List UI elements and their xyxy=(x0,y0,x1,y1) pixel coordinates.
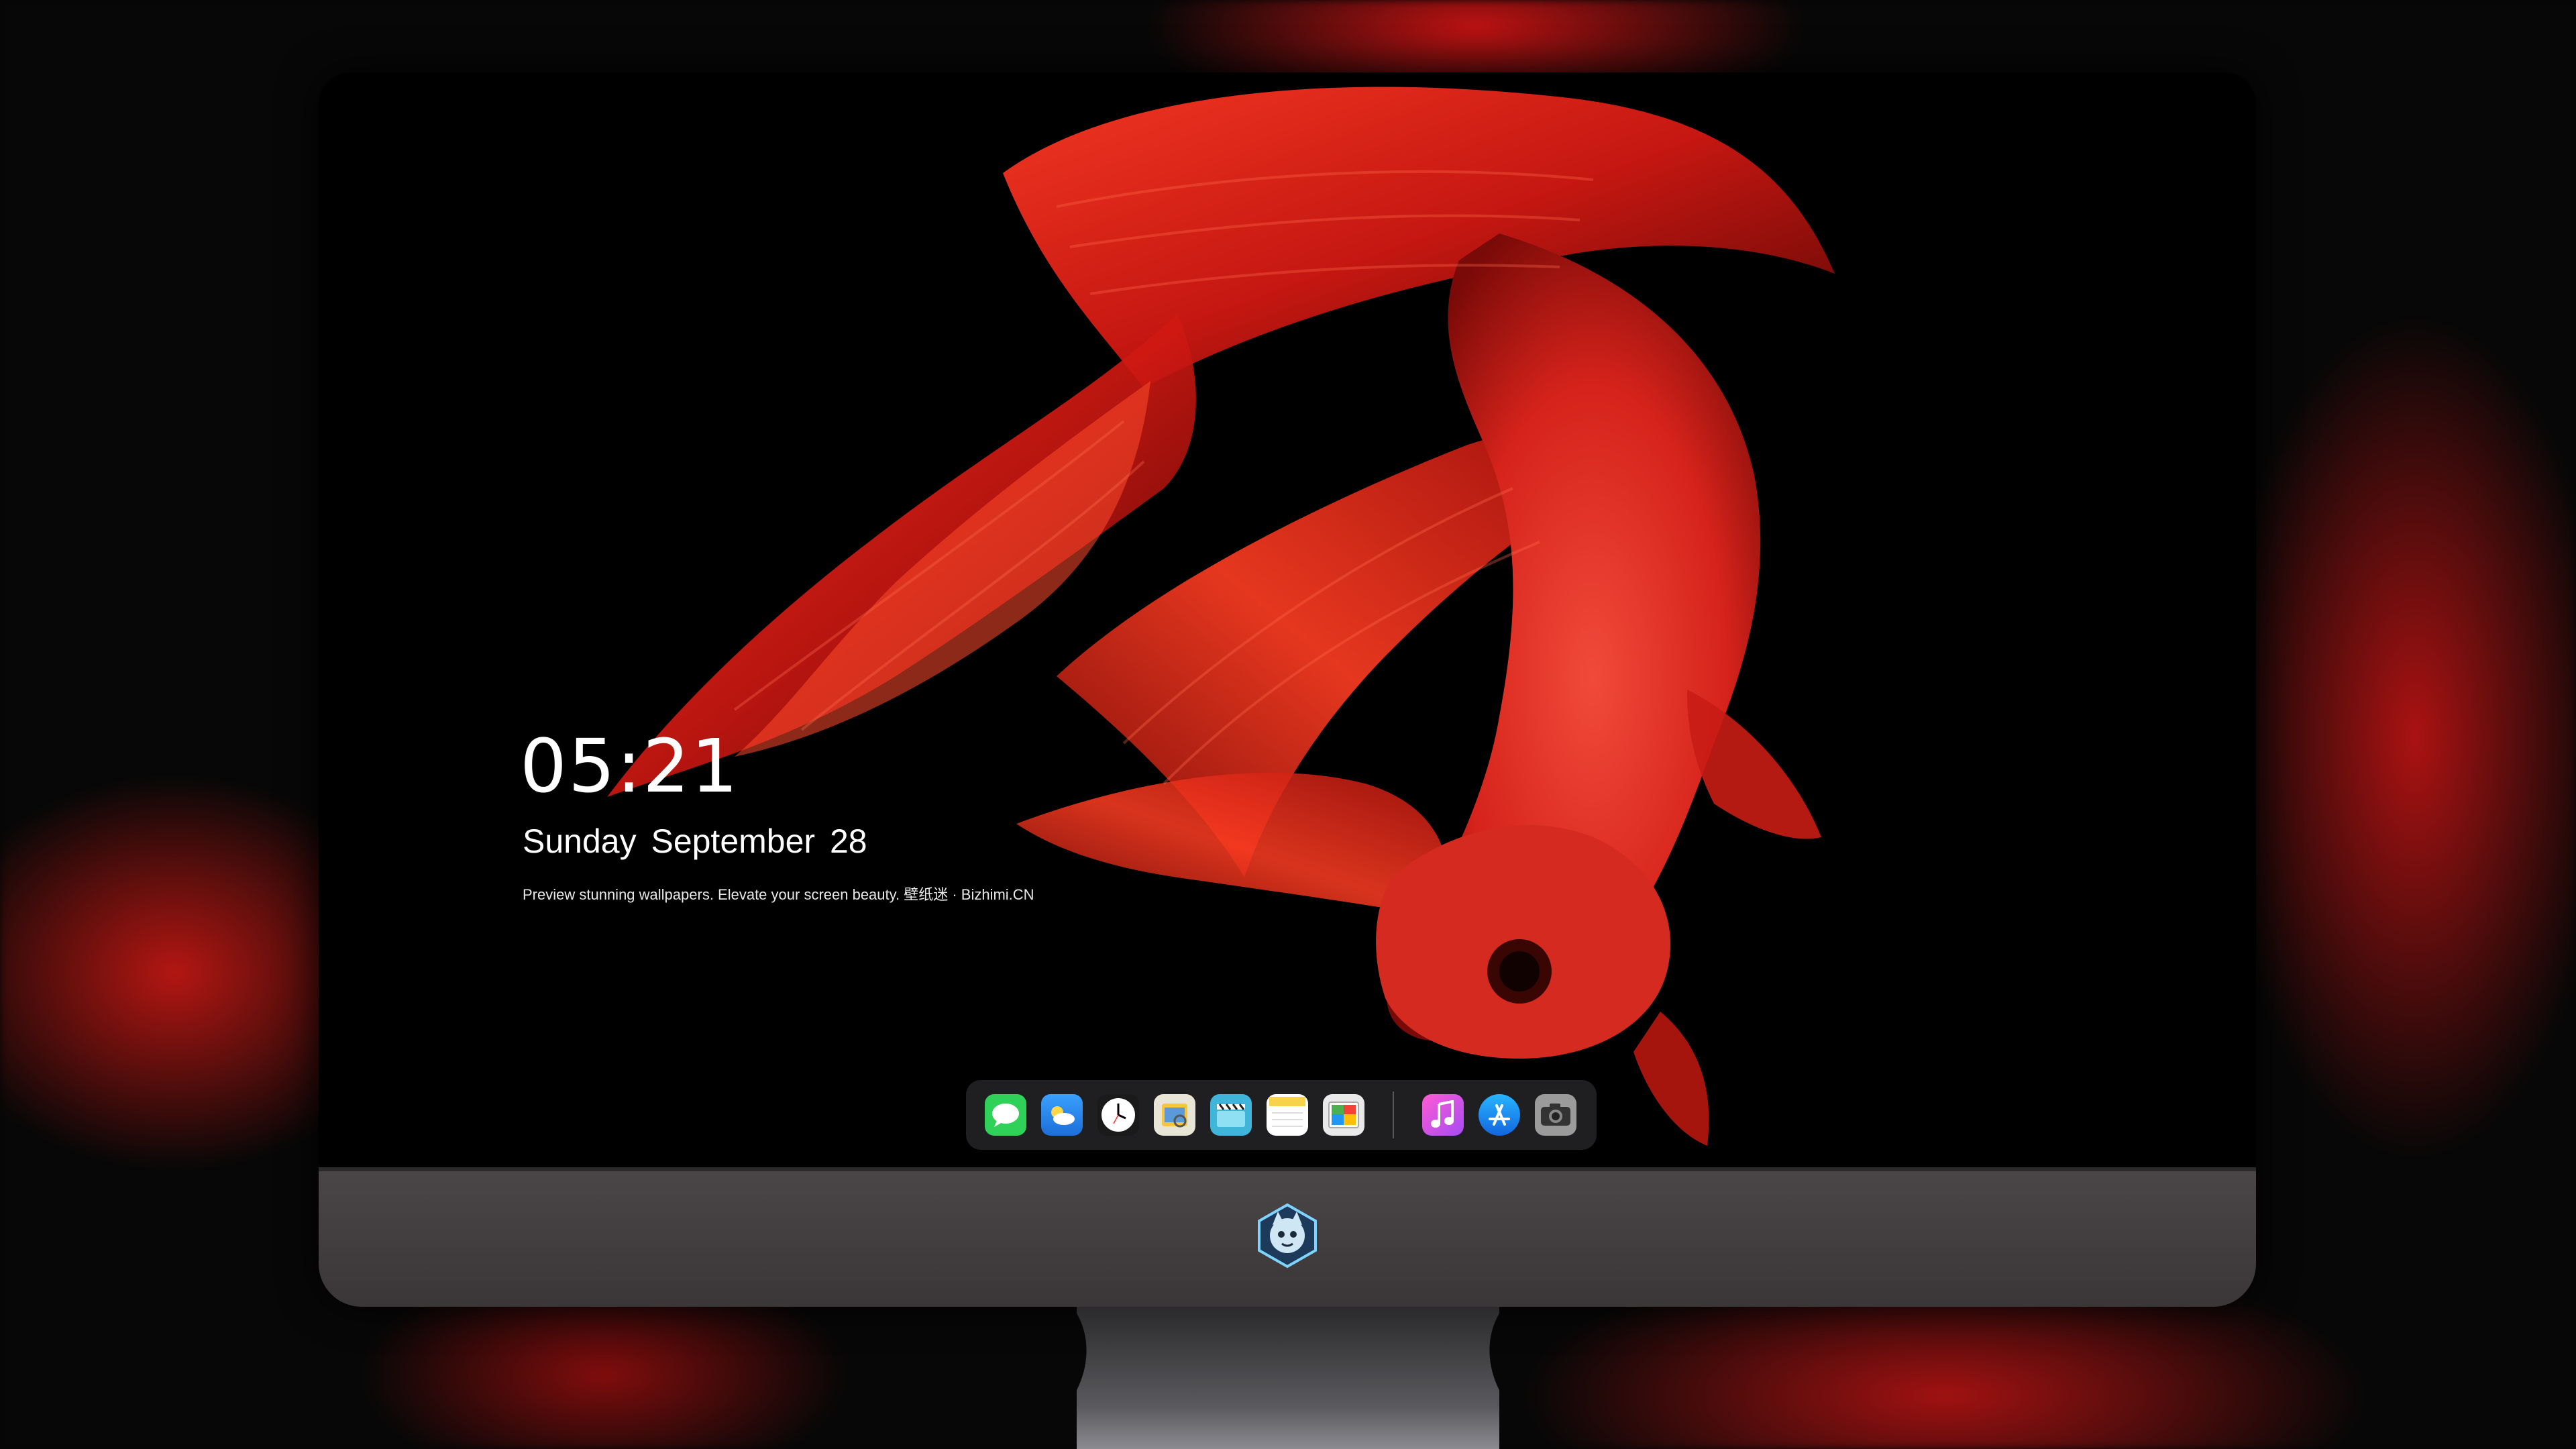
betta-fish-wallpaper xyxy=(607,87,1835,1146)
dock-separator xyxy=(1393,1091,1394,1138)
camera-icon[interactable] xyxy=(1535,1094,1576,1136)
notes-icon[interactable] xyxy=(1267,1094,1308,1136)
clapperboard-icon[interactable] xyxy=(1210,1094,1252,1136)
lockscreen-tagline: Preview stunning wallpapers. Elevate you… xyxy=(523,886,1034,903)
lockscreen-date: Sunday September 28 xyxy=(523,822,867,860)
weather-icon[interactable] xyxy=(1041,1094,1083,1136)
monitor: 05:21 Sunday September 28 Preview stunni… xyxy=(319,72,2256,1307)
screen: 05:21 Sunday September 28 Preview stunni… xyxy=(319,72,2256,1167)
photos-icon[interactable] xyxy=(1323,1094,1364,1136)
clock-icon[interactable] xyxy=(1097,1094,1139,1136)
app-store-icon[interactable] xyxy=(1479,1094,1520,1136)
mascot-logo-icon xyxy=(1258,1203,1317,1269)
monitor-chin xyxy=(319,1167,2256,1307)
dock xyxy=(966,1080,1597,1150)
preview-icon[interactable] xyxy=(1154,1094,1195,1136)
messages-icon[interactable] xyxy=(985,1094,1026,1136)
monitor-stand xyxy=(1077,1307,1499,1449)
lockscreen-time: 05:21 xyxy=(520,723,740,809)
monitor-bezel: 05:21 Sunday September 28 Preview stunni… xyxy=(319,72,2256,1307)
music-icon[interactable] xyxy=(1422,1094,1464,1136)
